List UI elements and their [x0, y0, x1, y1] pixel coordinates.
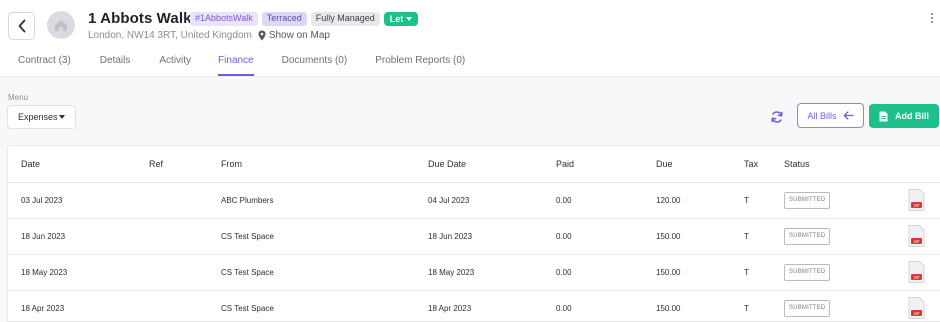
- svg-text:pdf: pdf: [914, 311, 920, 316]
- cell-tax: T: [744, 232, 749, 241]
- arrow-left-icon: [843, 111, 854, 120]
- cell-paid: 0.00: [556, 196, 572, 205]
- management-badge: Fully Managed: [310, 12, 380, 26]
- property-header: 1 Abbots Walk #1AbbotsWalk Terraced Full…: [0, 0, 940, 77]
- property-address: London, NW14 3RT, United Kingdom: [88, 30, 252, 41]
- show-on-map-link[interactable]: Show on Map: [258, 30, 330, 41]
- pdf-icon[interactable]: pdf: [908, 225, 925, 247]
- table-row[interactable]: 18 May 2023 CS Test Space 18 May 2023 0.…: [8, 255, 940, 291]
- table-row[interactable]: 18 Jun 2023 CS Test Space 18 Jun 2023 0.…: [8, 219, 940, 255]
- tab-details[interactable]: Details: [100, 48, 131, 76]
- svg-text:pdf: pdf: [914, 275, 920, 280]
- map-pin-icon: [258, 30, 266, 41]
- tab-problem-reports[interactable]: Problem Reports (0): [375, 48, 465, 76]
- document-icon: [879, 111, 888, 121]
- show-on-map-label: Show on Map: [268, 30, 330, 41]
- property-tabs: Contract (3) Details Activity Finance Do…: [0, 48, 465, 76]
- refresh-icon[interactable]: [770, 110, 784, 124]
- property-title: 1 Abbots Walk: [88, 10, 192, 27]
- chevron-left-icon: [18, 19, 25, 33]
- menu-select[interactable]: Expenses: [7, 105, 76, 129]
- cell-due: 150.00: [656, 232, 681, 241]
- back-button[interactable]: [8, 12, 35, 40]
- cell-due: 150.00: [656, 304, 681, 313]
- status-badge: SUBMITTED: [784, 264, 831, 281]
- cell-tax: T: [744, 196, 749, 205]
- caret-down-icon: [59, 115, 65, 119]
- pdf-icon[interactable]: pdf: [908, 297, 925, 319]
- house-icon: [55, 20, 67, 31]
- cell-paid: 0.00: [556, 232, 572, 241]
- column-header-paid[interactable]: Paid: [556, 159, 574, 169]
- status-dropdown[interactable]: Let: [383, 12, 419, 26]
- status-badge: SUBMITTED: [784, 228, 831, 245]
- cell-due: 120.00: [656, 196, 681, 205]
- cell-due-date: 18 Jun 2023: [428, 232, 473, 241]
- cell-date: 18 Jun 2023: [21, 232, 66, 241]
- cell-due-date: 04 Jul 2023: [428, 196, 470, 205]
- column-header-due[interactable]: Due: [656, 159, 673, 169]
- cell-from: CS Test Space: [221, 304, 274, 313]
- tab-activity[interactable]: Activity: [159, 48, 191, 76]
- column-header-tax[interactable]: Tax: [744, 159, 758, 169]
- bills-table: Date Ref From Due Date Paid Due Tax Stat…: [7, 145, 940, 322]
- pdf-icon[interactable]: pdf: [908, 189, 925, 211]
- cell-due-date: 18 Apr 2023: [428, 304, 472, 313]
- table-header: Date Ref From Due Date Paid Due Tax Stat…: [8, 146, 940, 183]
- column-header-status[interactable]: Status: [784, 159, 810, 169]
- status-dropdown-label: Let: [389, 13, 404, 24]
- cell-from: ABC Plumbers: [221, 196, 274, 205]
- more-vertical-icon[interactable]: [930, 13, 934, 23]
- add-bill-button[interactable]: Add Bill: [869, 104, 939, 128]
- cell-due: 150.00: [656, 268, 681, 277]
- cell-date: 18 May 2023: [21, 268, 68, 277]
- cell-paid: 0.00: [556, 268, 572, 277]
- tab-contract[interactable]: Contract (3): [18, 48, 71, 76]
- cell-tax: T: [744, 268, 749, 277]
- status-badge: SUBMITTED: [784, 192, 831, 209]
- column-header-date[interactable]: Date: [21, 159, 40, 169]
- all-bills-label: All Bills: [807, 110, 837, 121]
- menu-select-value: Expenses: [18, 112, 58, 122]
- column-header-from[interactable]: From: [221, 159, 242, 169]
- cell-date: 03 Jul 2023: [21, 196, 63, 205]
- type-badge: Terraced: [261, 12, 307, 26]
- property-avatar: [47, 11, 75, 39]
- tab-finance[interactable]: Finance: [218, 48, 254, 76]
- cell-paid: 0.00: [556, 304, 572, 313]
- table-row[interactable]: 03 Jul 2023 ABC Plumbers 04 Jul 2023 0.0…: [8, 183, 940, 219]
- svg-text:pdf: pdf: [914, 203, 920, 208]
- address-row: London, NW14 3RT, United Kingdom Show on…: [88, 30, 330, 41]
- pdf-icon[interactable]: pdf: [908, 261, 925, 283]
- add-bill-label: Add Bill: [895, 111, 929, 121]
- caret-down-icon: [406, 17, 413, 21]
- all-bills-button[interactable]: All Bills: [797, 103, 864, 128]
- finance-panel: Menu Expenses All Bills Add Bill Date Re…: [0, 77, 940, 322]
- cell-tax: T: [744, 304, 749, 313]
- cell-due-date: 18 May 2023: [428, 268, 475, 277]
- tab-documents[interactable]: Documents (0): [282, 48, 348, 76]
- status-badge: SUBMITTED: [784, 300, 831, 317]
- property-badges: #1AbbotsWalk Terraced Fully Managed Let: [190, 12, 419, 26]
- menu-label: Menu: [8, 93, 29, 102]
- table-row[interactable]: 18 Apr 2023 CS Test Space 18 Apr 2023 0.…: [8, 291, 940, 321]
- svg-text:pdf: pdf: [914, 239, 920, 244]
- cell-from: CS Test Space: [221, 268, 274, 277]
- column-header-ref[interactable]: Ref: [149, 159, 163, 169]
- cell-date: 18 Apr 2023: [21, 304, 65, 313]
- tag-badge[interactable]: #1AbbotsWalk: [190, 12, 258, 26]
- column-header-due-date[interactable]: Due Date: [428, 159, 466, 169]
- cell-from: CS Test Space: [221, 232, 274, 241]
